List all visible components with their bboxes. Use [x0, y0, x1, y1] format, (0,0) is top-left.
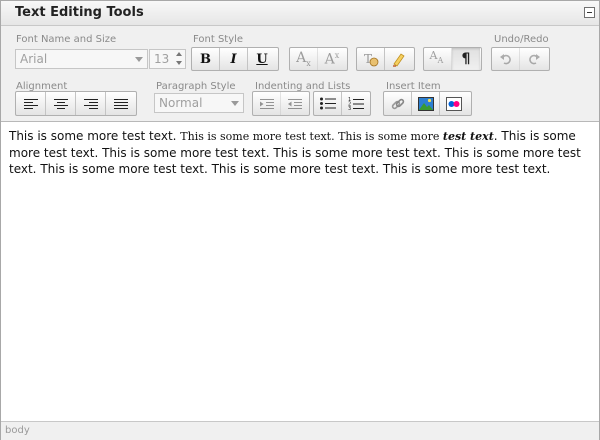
- font-size-icon: A A: [429, 49, 444, 65]
- insert-image-button[interactable]: [412, 92, 440, 115]
- insert-flickr-button[interactable]: [440, 92, 468, 115]
- bold-button[interactable]: B: [192, 48, 220, 70]
- bullet-list-icon: [319, 97, 336, 110]
- paragraph-style-label: Paragraph Style: [156, 81, 236, 92]
- text-segment: This is some more test text.: [9, 129, 181, 143]
- font-name-select[interactable]: Arial: [15, 49, 148, 69]
- align-right-button[interactable]: [76, 92, 106, 115]
- superscript-button[interactable]: Ax: [318, 48, 346, 70]
- text-color-icon: T: [364, 52, 378, 67]
- numbered-list-button[interactable]: 123: [342, 92, 370, 115]
- italic-icon: I: [230, 51, 237, 67]
- align-center-button[interactable]: [46, 92, 76, 115]
- subscript-icon: Ax: [296, 50, 311, 68]
- text-color-button[interactable]: T: [357, 48, 385, 70]
- undo-redo-label: Undo/Redo: [494, 34, 549, 45]
- align-center-icon: [53, 98, 68, 109]
- underline-icon: U: [256, 51, 268, 67]
- align-left-button[interactable]: [16, 92, 46, 115]
- pilcrow-icon: ¶: [461, 51, 471, 67]
- indent-button[interactable]: [253, 92, 281, 115]
- font-size-value: 13: [154, 52, 170, 66]
- font-name-size-label: Font Name and Size: [16, 34, 117, 45]
- alignment-group: [15, 91, 137, 116]
- editor-text[interactable]: This is some more test text. This is som…: [9, 128, 593, 177]
- align-right-icon: [83, 98, 98, 109]
- outdent-icon: [288, 98, 302, 109]
- chevron-down-icon: [135, 57, 143, 62]
- redo-button[interactable]: [520, 48, 548, 70]
- insert-item-group: [383, 91, 472, 116]
- highlight-button[interactable]: [385, 48, 413, 70]
- align-justify-icon: [114, 98, 128, 109]
- element-path[interactable]: body: [5, 425, 30, 436]
- formatting-toolbar: Font Name and Size Font Style Undo/Redo …: [1, 26, 599, 122]
- highlighter-icon: [393, 53, 405, 67]
- undo-redo-group: [491, 47, 550, 71]
- font-style-group: B I U: [191, 47, 279, 71]
- paragraph-style-select[interactable]: Normal: [154, 93, 244, 113]
- bold-icon: B: [200, 51, 211, 67]
- script-group: Ax Ax: [289, 47, 348, 71]
- panel-title: Text Editing Tools: [15, 5, 144, 20]
- align-justify-button[interactable]: [106, 92, 136, 115]
- numbered-list-icon: 123: [348, 97, 364, 111]
- indent-group: [252, 91, 310, 116]
- chevron-down-icon: [231, 101, 239, 106]
- bullet-list-button[interactable]: [314, 92, 342, 115]
- stepper-arrows-icon[interactable]: [176, 52, 183, 66]
- list-group: 123: [313, 91, 371, 116]
- collapse-icon[interactable]: [584, 7, 595, 18]
- color-group: T: [356, 47, 415, 71]
- bold-italic-text-segment: test text: [442, 130, 494, 143]
- font-name-value: Arial: [20, 52, 48, 66]
- outdent-button[interactable]: [281, 92, 309, 115]
- text-editor-panel: Text Editing Tools Font Name and Size Fo…: [0, 0, 600, 440]
- underline-button[interactable]: U: [248, 48, 276, 70]
- italic-button[interactable]: I: [220, 48, 248, 70]
- align-left-icon: [23, 98, 38, 109]
- superscript-icon: Ax: [324, 50, 340, 68]
- paragraph-style-value: Normal: [159, 96, 203, 110]
- font-size-button[interactable]: A A: [424, 48, 452, 70]
- serif-text-segment: This is some more test text. This is som…: [180, 130, 443, 143]
- show-paragraphs-button[interactable]: ¶: [452, 48, 480, 70]
- svg-text:3: 3: [348, 106, 351, 111]
- flickr-icon: [446, 96, 462, 111]
- undo-button[interactable]: [492, 48, 520, 70]
- link-icon: [391, 98, 404, 109]
- image-icon: [417, 96, 434, 111]
- insert-link-button[interactable]: [384, 92, 412, 115]
- undo-icon: [499, 54, 511, 65]
- size-para-group: A A ¶: [423, 47, 482, 71]
- font-size-stepper[interactable]: 13: [149, 49, 186, 69]
- panel-header: Text Editing Tools: [1, 1, 599, 26]
- font-style-label: Font Style: [193, 34, 244, 45]
- editor-content-area[interactable]: This is some more test text. This is som…: [1, 122, 599, 421]
- indent-icon: [259, 98, 274, 109]
- subscript-button[interactable]: Ax: [290, 48, 318, 70]
- redo-icon: [529, 54, 540, 65]
- status-bar: body: [1, 421, 599, 440]
